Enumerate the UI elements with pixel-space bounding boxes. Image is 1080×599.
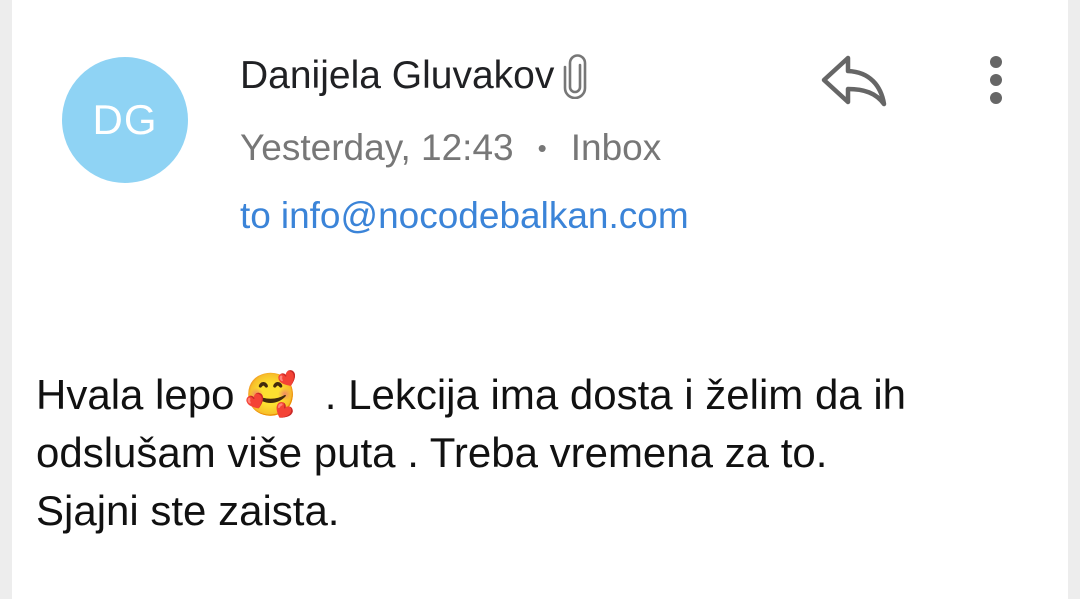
meta-row: Yesterday, 12:43 • Inbox bbox=[240, 122, 661, 174]
more-vert-icon[interactable] bbox=[976, 50, 1016, 110]
smiling-face-with-hearts-emoji: 🥰 bbox=[244, 371, 297, 418]
avatar-initials: DG bbox=[92, 96, 158, 143]
recipient-row[interactable]: to info@nocodebalkan.com bbox=[240, 190, 689, 242]
message-text-start: Hvala lepo bbox=[36, 371, 235, 418]
message-text-end: . Lekcija ima dosta i želim da ih bbox=[324, 371, 907, 418]
to-prefix: to bbox=[240, 195, 271, 236]
reply-icon[interactable] bbox=[818, 52, 890, 108]
message-line-1: Hvala lepo 🥰 . Lekcija ima dosta i želim d… bbox=[36, 366, 1056, 424]
message-body: Hvala lepo 🥰 . Lekcija ima dosta i želim d… bbox=[36, 366, 1056, 540]
recipient-address[interactable]: info@nocodebalkan.com bbox=[281, 195, 689, 237]
timestamp: Yesterday, 12:43 bbox=[240, 127, 514, 168]
avatar[interactable]: DG bbox=[62, 57, 188, 183]
message-line-3: Sjajni ste zaista. bbox=[36, 487, 340, 534]
sender-name[interactable]: Danijela Gluvakov bbox=[240, 54, 554, 98]
separator-dot: • bbox=[537, 132, 547, 163]
message-line-2: odslušam više puta . Treba vremena za to… bbox=[36, 429, 828, 476]
email-card: DG Danijela Gluvakov Yesterday, 12:43 • … bbox=[12, 0, 1068, 599]
paperclip-icon bbox=[564, 54, 587, 99]
folder-label: Inbox bbox=[570, 127, 662, 168]
sender-row: Danijela Gluvakov bbox=[240, 48, 590, 104]
